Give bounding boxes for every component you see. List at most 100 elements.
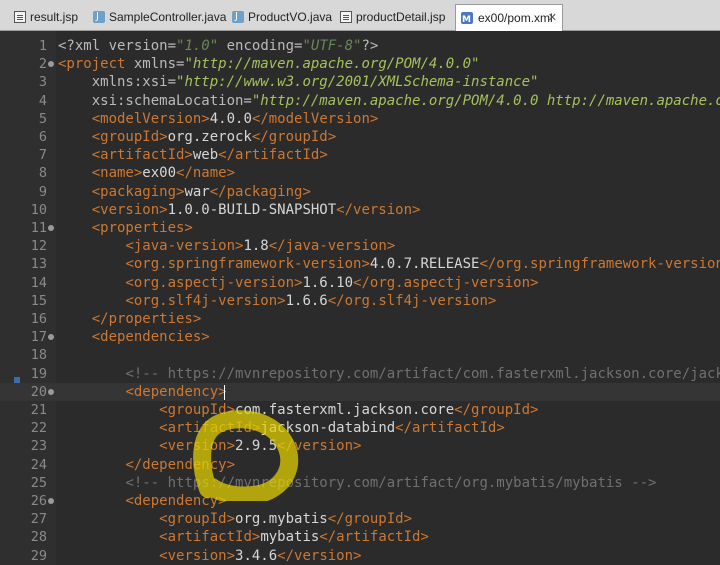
yellow-highlight-annotation [193, 410, 299, 501]
line-number: 29 [30, 547, 47, 564]
tab-label: ProductVO.java [248, 10, 333, 24]
code-text: <!-- https://mvnrepository.com/artifact/… [125, 365, 720, 382]
line-number: 1 [38, 38, 47, 54]
code-line[interactable]: 11 <properties> [0, 219, 720, 237]
code-line[interactable]: 17 <dependencies> [0, 328, 720, 346]
line-number: 2 [38, 56, 47, 73]
line-number: 8 [38, 165, 47, 182]
code-line[interactable]: 14 <org.aspectj-version>1.6.10</org.aspe… [0, 274, 720, 292]
code-text: <modelVersion>4.0.0</modelVersion> [91, 110, 379, 127]
code-text: <properties> [91, 220, 193, 236]
line-number: 19 [30, 365, 47, 382]
fold-toggle-icon[interactable] [48, 61, 54, 68]
code-text: xmlns:xsi="http://www.w3.org/2001/XMLSch… [91, 74, 539, 91]
code-line[interactable]: 19 <!-- https://mvnrepository.com/artifa… [0, 365, 720, 383]
code-line[interactable]: 28 <artifactId>mybatis</artifactId> [0, 528, 720, 546]
code-line[interactable]: 1 <?xml version="1.0" encoding="UTF-8"?> [0, 37, 720, 55]
code-text: <dependencies> [91, 329, 210, 346]
code-line[interactable]: 8 <name>ex00</name> [0, 164, 720, 182]
tab-productvo-java[interactable]: ProductVO.java [232, 6, 332, 28]
code-text: <packaging>war</packaging> [91, 183, 311, 200]
code-text: xsi:schemaLocation="http://maven.apache.… [91, 92, 720, 109]
tab-label: productDetail.jsp [356, 10, 446, 24]
line-number: 21 [30, 402, 47, 418]
code-editor[interactable]: 1 <?xml version="1.0" encoding="UTF-8"?> 2… [0, 31, 720, 565]
code-text: <artifactId>web</artifactId> [91, 147, 328, 164]
code-text: <dependency> [125, 383, 227, 400]
code-text: <org.springframework-version>4.0.7.RELEA… [125, 256, 720, 273]
tab-label: ex00/pom.xml [478, 11, 553, 25]
code-text: <groupId>org.mybatis</groupId> [159, 511, 413, 528]
fold-toggle-icon[interactable] [48, 334, 54, 341]
line-number: 23 [30, 438, 47, 455]
code-line[interactable]: 3 xmlns:xsi="http://www.w3.org/2001/XMLS… [0, 73, 720, 91]
fold-toggle-icon[interactable] [48, 388, 54, 395]
line-number: 14 [30, 274, 47, 291]
fold-toggle-icon[interactable] [48, 498, 54, 504]
code-text: <version>3.4.6</version> [159, 547, 362, 564]
line-number: 20 [30, 383, 47, 400]
line-number: 22 [30, 420, 47, 437]
code-line[interactable]: 16 </properties> [0, 310, 720, 328]
code-line[interactable]: 6 <groupId>org.zerock</groupId> [0, 128, 720, 146]
line-number: 18 [30, 347, 47, 364]
code-line[interactable]: 5 <modelVersion>4.0.0</modelVersion> [0, 110, 720, 128]
line-number: 24 [30, 456, 47, 473]
code-line[interactable]: 24 </dependency> [0, 456, 720, 474]
code-text: <version>1.0.0-BUILD-SNAPSHOT</version> [91, 201, 421, 218]
tab-samplecontroller-java[interactable]: SampleController.java [93, 6, 226, 28]
line-number: 7 [38, 147, 47, 164]
text-cursor [224, 384, 225, 400]
code-line[interactable]: 18 [0, 346, 720, 364]
code-text: <!-- https://mvnrepository.com/artifact/… [125, 474, 657, 491]
line-number: 15 [30, 292, 47, 309]
code-line[interactable]: 7 <artifactId>web</artifactId> [0, 146, 720, 164]
code-text: <groupId>org.zerock</groupId> [91, 129, 337, 145]
jsp-file-icon [14, 11, 26, 23]
code-line[interactable]: 27 <groupId>org.mybatis</groupId> [0, 510, 720, 528]
code-line[interactable]: 23 <version>2.9.5</version> [0, 437, 720, 455]
close-icon[interactable]: ✕ [548, 5, 557, 31]
code-line[interactable]: 22 <artifactId>jackson-databind</artifac… [0, 419, 720, 437]
tab-label: result.jsp [30, 10, 79, 24]
code-text: <org.slf4j-version>1.6.6</org.slf4j-vers… [125, 292, 497, 309]
line-number: 12 [30, 238, 47, 255]
code-line[interactable]: 15 <org.slf4j-version>1.6.6</org.slf4j-v… [0, 292, 720, 310]
code-line[interactable]: 4 xsi:schemaLocation="http://maven.apach… [0, 92, 720, 110]
code-line[interactable]: 26 <dependency> [0, 492, 720, 510]
line-number: 25 [30, 474, 47, 491]
code-text: <org.aspectj-version>1.6.10</org.aspectj… [125, 274, 539, 291]
line-number: 28 [30, 529, 47, 546]
line-number: 6 [38, 129, 47, 145]
editor-tab-bar: result.jsp SampleController.java Product… [0, 0, 720, 33]
code-line[interactable]: 12 <java-version>1.8</java-version> [0, 237, 720, 255]
code-text: </properties> [91, 311, 202, 327]
line-number: 5 [38, 110, 47, 127]
code-line[interactable]: 20 <dependency> [0, 382, 720, 401]
code-text: <java-version>1.8</java-version> [125, 238, 396, 255]
java-file-icon [232, 6, 244, 28]
code-line[interactable]: 21 <groupId>com.fasterxml.jackson.core</… [0, 401, 720, 419]
tab-label: SampleController.java [109, 10, 227, 24]
tab-pom-xml[interactable]: ex00/pom.xml ✕ [455, 4, 563, 33]
line-number: 11 [30, 220, 47, 236]
code-line[interactable]: 2 <project xmlns="http://maven.apache.org… [0, 55, 720, 73]
line-number: 3 [38, 74, 47, 91]
code-line[interactable]: 13 <org.springframework-version>4.0.7.RE… [0, 255, 720, 273]
line-number: 17 [30, 329, 47, 346]
code-line[interactable]: 9 <packaging>war</packaging> [0, 183, 720, 201]
code-text: <project xmlns="http://maven.apache.org/… [58, 56, 480, 73]
jsp-file-icon [340, 11, 352, 23]
code-line[interactable]: 29 <version>3.4.6</version> [0, 547, 720, 565]
tab-productdetail-jsp[interactable]: productDetail.jsp [340, 6, 446, 28]
line-number: 27 [30, 511, 47, 528]
code-line[interactable]: 10 <version>1.0.0-BUILD-SNAPSHOT</versio… [0, 201, 720, 219]
code-line[interactable]: 25 <!-- https://mvnrepository.com/artifa… [0, 474, 720, 492]
line-number: 26 [30, 493, 47, 509]
code-text: <?xml version="1.0" encoding="UTF-8"?> [58, 38, 379, 54]
code-text: <artifactId>mybatis</artifactId> [159, 529, 429, 546]
code-text: <name>ex00</name> [91, 165, 236, 182]
line-number: 9 [38, 183, 47, 200]
tab-result-jsp[interactable]: result.jsp [14, 6, 86, 28]
fold-toggle-icon[interactable] [48, 225, 54, 231]
